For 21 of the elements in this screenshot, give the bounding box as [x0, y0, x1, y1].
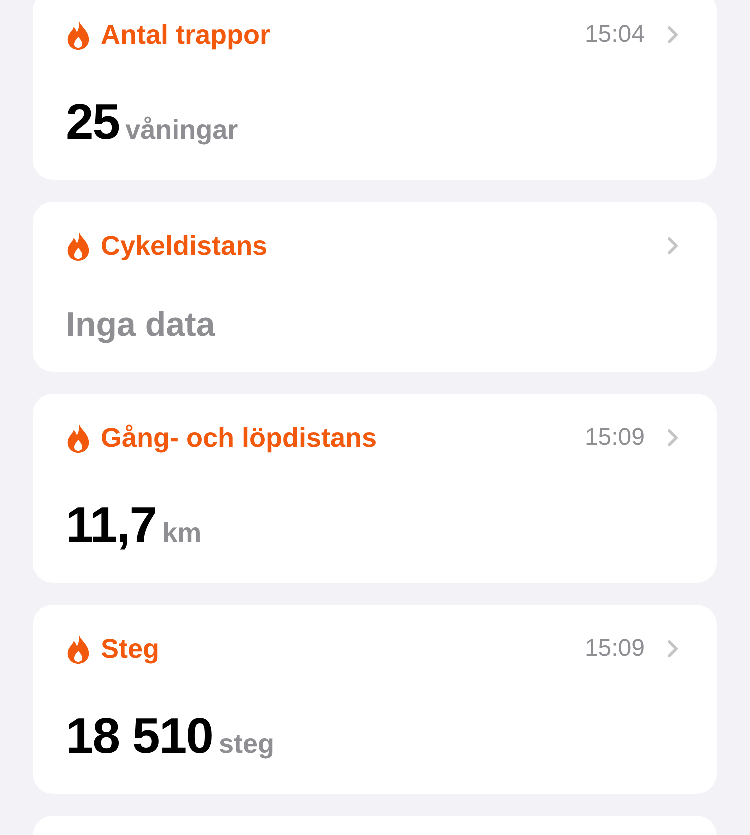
time-label: 15:09 [584, 635, 645, 663]
flame-icon [66, 633, 91, 665]
metric-card[interactable]: Gång- och löpdistans 15:09 11,7 km [33, 394, 717, 583]
unit-label: steg [218, 729, 274, 760]
metric-title: Gång- och löpdistans [101, 422, 378, 454]
metric-title: Steg [101, 634, 161, 664]
time-label: 15:09 [584, 424, 645, 452]
no-data-label: Inga data [66, 306, 216, 345]
time-label: 15:04 [584, 21, 645, 49]
metric-title: Antal trappor [101, 20, 272, 50]
flame-icon [66, 19, 91, 51]
metric-value: 18 510 [66, 707, 213, 765]
unit-label: km [162, 518, 202, 549]
metric-card[interactable]: Steg 15:09 18 510 steg [33, 605, 717, 794]
metric-value: 11,7 [66, 496, 157, 554]
flame-icon [66, 230, 91, 262]
unit-label: våningar [126, 115, 238, 146]
metric-title: Cykeldistans [101, 230, 269, 262]
metric-card[interactable]: Antal trappor 15:04 25 våningar [33, 0, 717, 180]
metric-value: 25 [66, 93, 120, 151]
flame-icon [66, 422, 91, 454]
